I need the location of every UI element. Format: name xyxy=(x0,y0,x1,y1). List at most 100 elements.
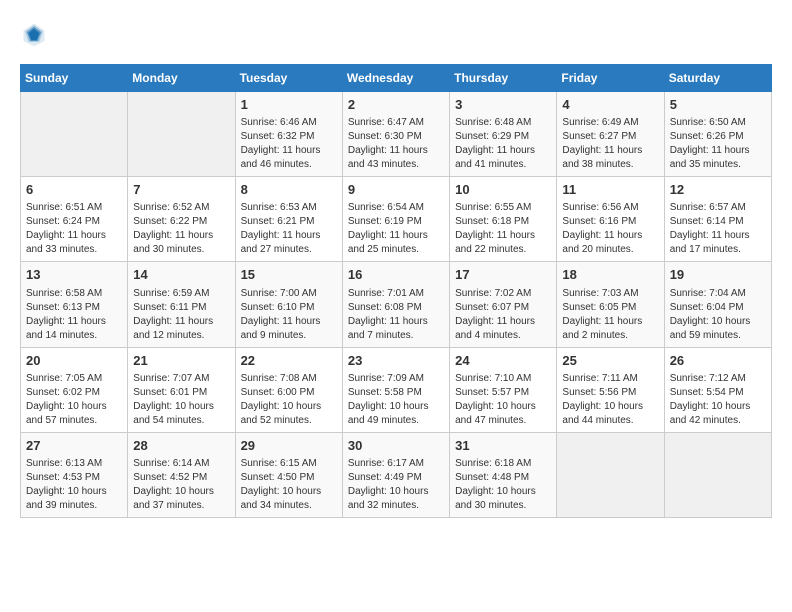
calendar-cell: 16 Sunrise: 7:01 AM Sunset: 6:08 PM Dayli… xyxy=(342,262,449,347)
day-number: 4 xyxy=(562,96,658,114)
day-info: Sunrise: 7:12 AM Sunset: 5:54 PM Dayligh… xyxy=(670,372,766,428)
day-header-tuesday: Tuesday xyxy=(235,65,342,92)
day-info: Sunrise: 7:04 AM Sunset: 6:04 PM Dayligh… xyxy=(670,287,766,343)
day-number: 24 xyxy=(455,352,551,370)
day-number: 20 xyxy=(26,352,122,370)
calendar-cell: 5 Sunrise: 6:50 AM Sunset: 6:26 PM Daylig… xyxy=(664,92,771,177)
logo-icon xyxy=(20,20,48,48)
page-header xyxy=(20,20,772,48)
day-info: Sunrise: 7:09 AM Sunset: 5:58 PM Dayligh… xyxy=(348,372,444,428)
calendar-cell: 28 Sunrise: 6:14 AM Sunset: 4:52 PM Dayli… xyxy=(128,432,235,517)
week-row-1: 1 Sunrise: 6:46 AM Sunset: 6:32 PM Daylig… xyxy=(21,92,772,177)
day-number: 5 xyxy=(670,96,766,114)
day-number: 27 xyxy=(26,437,122,455)
calendar-table: SundayMondayTuesdayWednesdayThursdayFrid… xyxy=(20,64,772,518)
day-info: Sunrise: 7:02 AM Sunset: 6:07 PM Dayligh… xyxy=(455,287,551,343)
day-number: 6 xyxy=(26,181,122,199)
day-info: Sunrise: 7:11 AM Sunset: 5:56 PM Dayligh… xyxy=(562,372,658,428)
calendar-cell xyxy=(128,92,235,177)
day-number: 18 xyxy=(562,266,658,284)
day-number: 13 xyxy=(26,266,122,284)
day-number: 16 xyxy=(348,266,444,284)
logo xyxy=(20,20,52,48)
day-info: Sunrise: 6:59 AM Sunset: 6:11 PM Dayligh… xyxy=(133,287,229,343)
day-number: 3 xyxy=(455,96,551,114)
day-number: 22 xyxy=(241,352,337,370)
day-info: Sunrise: 6:58 AM Sunset: 6:13 PM Dayligh… xyxy=(26,287,122,343)
day-info: Sunrise: 6:57 AM Sunset: 6:14 PM Dayligh… xyxy=(670,201,766,257)
day-info: Sunrise: 7:07 AM Sunset: 6:01 PM Dayligh… xyxy=(133,372,229,428)
day-number: 14 xyxy=(133,266,229,284)
calendar-header: SundayMondayTuesdayWednesdayThursdayFrid… xyxy=(21,65,772,92)
day-number: 19 xyxy=(670,266,766,284)
calendar-cell: 26Sunrise: 7:12 AM Sunset: 5:54 PM Dayli… xyxy=(664,347,771,432)
day-info: Sunrise: 7:01 AM Sunset: 6:08 PM Dayligh… xyxy=(348,287,444,343)
day-info: Sunrise: 6:13 AM Sunset: 4:53 PM Dayligh… xyxy=(26,457,122,513)
day-header-sunday: Sunday xyxy=(21,65,128,92)
day-info: Sunrise: 7:05 AM Sunset: 6:02 PM Dayligh… xyxy=(26,372,122,428)
day-number: 29 xyxy=(241,437,337,455)
day-number: 1 xyxy=(241,96,337,114)
calendar-cell: 25 Sunrise: 7:11 AM Sunset: 5:56 PM Dayli… xyxy=(557,347,664,432)
calendar-cell: 24 Sunrise: 7:10 AM Sunset: 5:57 PM Dayli… xyxy=(450,347,557,432)
day-info: Sunrise: 7:10 AM Sunset: 5:57 PM Dayligh… xyxy=(455,372,551,428)
calendar-cell xyxy=(21,92,128,177)
day-number: 10 xyxy=(455,181,551,199)
day-header-friday: Friday xyxy=(557,65,664,92)
day-info: Sunrise: 6:55 AM Sunset: 6:18 PM Dayligh… xyxy=(455,201,551,257)
calendar-cell: 4 Sunrise: 6:49 AM Sunset: 6:27 PM Daylig… xyxy=(557,92,664,177)
calendar-cell: 27 Sunrise: 6:13 AM Sunset: 4:53 PM Dayli… xyxy=(21,432,128,517)
calendar-cell xyxy=(557,432,664,517)
day-info: Sunrise: 6:51 AM Sunset: 6:24 PM Dayligh… xyxy=(26,201,122,257)
day-info: Sunrise: 6:56 AM Sunset: 6:16 PM Dayligh… xyxy=(562,201,658,257)
calendar-cell: 9Sunrise: 6:54 AM Sunset: 6:19 PM Daylig… xyxy=(342,177,449,262)
calendar-cell: 18 Sunrise: 7:03 AM Sunset: 6:05 PM Dayli… xyxy=(557,262,664,347)
calendar-cell: 15 Sunrise: 7:00 AM Sunset: 6:10 PM Dayli… xyxy=(235,262,342,347)
day-info: Sunrise: 6:47 AM Sunset: 6:30 PM Dayligh… xyxy=(348,116,444,172)
day-info: Sunrise: 6:14 AM Sunset: 4:52 PM Dayligh… xyxy=(133,457,229,513)
header-row: SundayMondayTuesdayWednesdayThursdayFrid… xyxy=(21,65,772,92)
calendar-cell: 21Sunrise: 7:07 AM Sunset: 6:01 PM Dayli… xyxy=(128,347,235,432)
calendar-cell: 8Sunrise: 6:53 AM Sunset: 6:21 PM Daylig… xyxy=(235,177,342,262)
day-number: 12 xyxy=(670,181,766,199)
day-info: Sunrise: 6:50 AM Sunset: 6:26 PM Dayligh… xyxy=(670,116,766,172)
calendar-cell: 14 Sunrise: 6:59 AM Sunset: 6:11 PM Dayli… xyxy=(128,262,235,347)
calendar-cell: 30 Sunrise: 6:17 AM Sunset: 4:49 PM Dayli… xyxy=(342,432,449,517)
calendar-cell xyxy=(664,432,771,517)
week-row-3: 13 Sunrise: 6:58 AM Sunset: 6:13 PM Dayli… xyxy=(21,262,772,347)
calendar-cell: 31Sunrise: 6:18 AM Sunset: 4:48 PM Dayli… xyxy=(450,432,557,517)
calendar-cell: 23 Sunrise: 7:09 AM Sunset: 5:58 PM Dayli… xyxy=(342,347,449,432)
day-info: Sunrise: 7:00 AM Sunset: 6:10 PM Dayligh… xyxy=(241,287,337,343)
day-number: 7 xyxy=(133,181,229,199)
week-row-2: 6 Sunrise: 6:51 AM Sunset: 6:24 PM Daylig… xyxy=(21,177,772,262)
calendar-cell: 17 Sunrise: 7:02 AM Sunset: 6:07 PM Dayli… xyxy=(450,262,557,347)
day-number: 30 xyxy=(348,437,444,455)
day-number: 25 xyxy=(562,352,658,370)
day-info: Sunrise: 6:52 AM Sunset: 6:22 PM Dayligh… xyxy=(133,201,229,257)
calendar-cell: 12 Sunrise: 6:57 AM Sunset: 6:14 PM Dayli… xyxy=(664,177,771,262)
day-info: Sunrise: 6:48 AM Sunset: 6:29 PM Dayligh… xyxy=(455,116,551,172)
calendar-cell: 7 Sunrise: 6:52 AM Sunset: 6:22 PM Daylig… xyxy=(128,177,235,262)
calendar-cell: 13 Sunrise: 6:58 AM Sunset: 6:13 PM Dayli… xyxy=(21,262,128,347)
day-header-thursday: Thursday xyxy=(450,65,557,92)
week-row-4: 20 Sunrise: 7:05 AM Sunset: 6:02 PM Dayli… xyxy=(21,347,772,432)
calendar-cell: 11Sunrise: 6:56 AM Sunset: 6:16 PM Dayli… xyxy=(557,177,664,262)
calendar-cell: 3 Sunrise: 6:48 AM Sunset: 6:29 PM Daylig… xyxy=(450,92,557,177)
day-header-monday: Monday xyxy=(128,65,235,92)
day-number: 28 xyxy=(133,437,229,455)
day-header-wednesday: Wednesday xyxy=(342,65,449,92)
day-info: Sunrise: 6:18 AM Sunset: 4:48 PM Dayligh… xyxy=(455,457,551,513)
day-info: Sunrise: 7:03 AM Sunset: 6:05 PM Dayligh… xyxy=(562,287,658,343)
day-number: 2 xyxy=(348,96,444,114)
day-info: Sunrise: 6:54 AM Sunset: 6:19 PM Dayligh… xyxy=(348,201,444,257)
day-number: 23 xyxy=(348,352,444,370)
day-number: 15 xyxy=(241,266,337,284)
calendar-cell: 29Sunrise: 6:15 AM Sunset: 4:50 PM Dayli… xyxy=(235,432,342,517)
calendar-cell: 20 Sunrise: 7:05 AM Sunset: 6:02 PM Dayli… xyxy=(21,347,128,432)
day-info: Sunrise: 6:46 AM Sunset: 6:32 PM Dayligh… xyxy=(241,116,337,172)
day-info: Sunrise: 6:49 AM Sunset: 6:27 PM Dayligh… xyxy=(562,116,658,172)
day-number: 8 xyxy=(241,181,337,199)
day-info: Sunrise: 6:17 AM Sunset: 4:49 PM Dayligh… xyxy=(348,457,444,513)
calendar-cell: 10 Sunrise: 6:55 AM Sunset: 6:18 PM Dayli… xyxy=(450,177,557,262)
day-number: 17 xyxy=(455,266,551,284)
